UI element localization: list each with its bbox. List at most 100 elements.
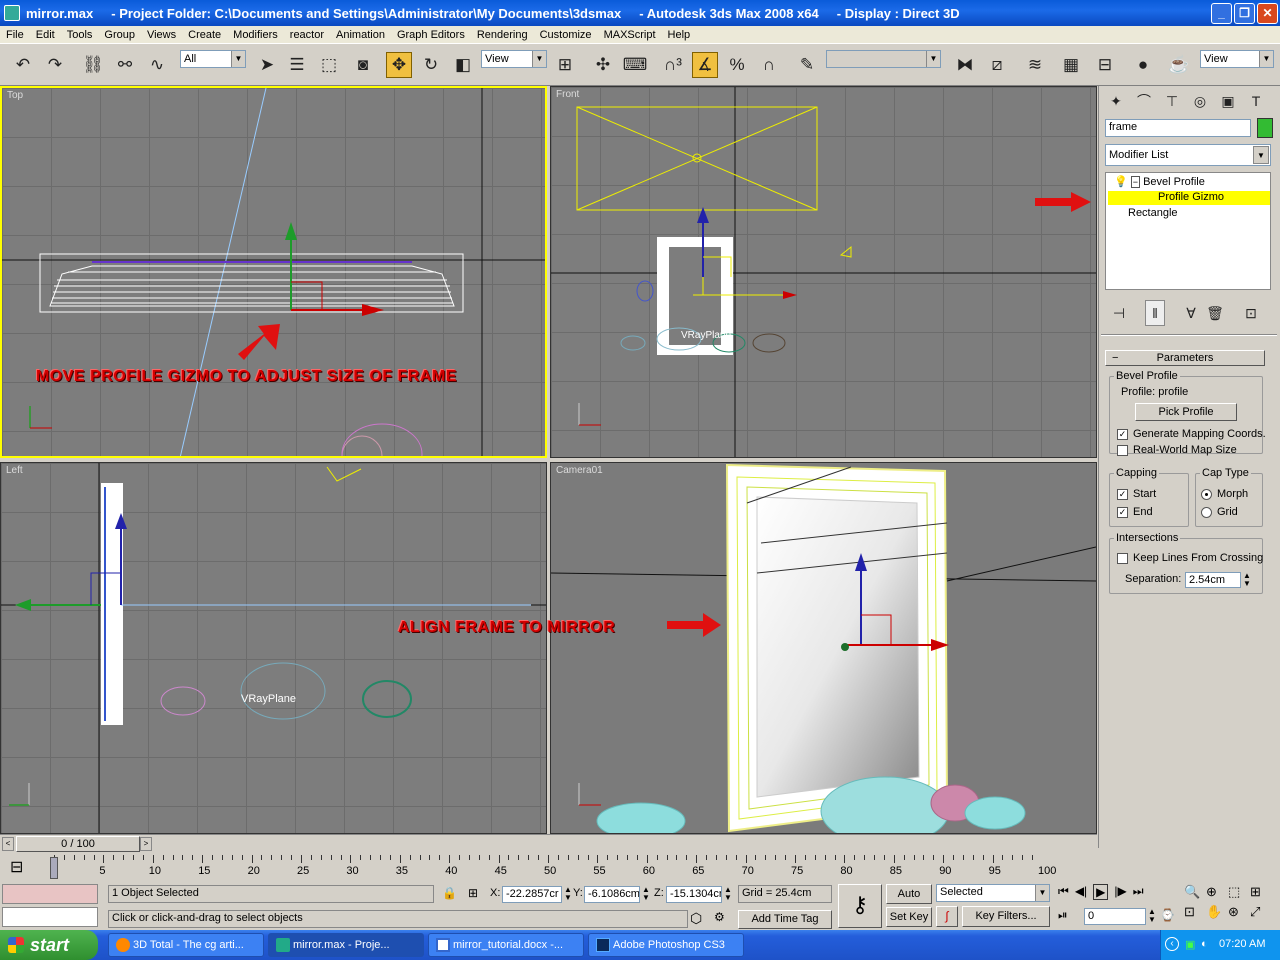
angle-snap-icon[interactable]: ∡ (692, 52, 718, 78)
manipulate-icon[interactable]: ✣ (590, 52, 616, 78)
motion-tab-icon[interactable]: ◎ (1187, 88, 1213, 114)
play-icon[interactable]: ▶ (1093, 884, 1109, 900)
menu-modifiers[interactable]: Modifiers (227, 29, 284, 41)
time-marker[interactable] (50, 857, 58, 879)
stack-item-profile-gizmo[interactable]: Profile Gizmo (1108, 191, 1270, 205)
menu-group[interactable]: Group (98, 29, 141, 41)
spinner-snap-icon[interactable]: ∩ (756, 52, 782, 78)
menu-maxscript[interactable]: MAXScript (598, 29, 662, 41)
task-3dtotal[interactable]: 3D Total - The cg arti... (108, 933, 264, 957)
select-object-icon[interactable]: ➤ (254, 52, 280, 78)
make-unique-icon[interactable]: ∀ (1181, 300, 1201, 326)
gen-mapping-checkbox[interactable]: ✓ Generate Mapping Coords. (1117, 428, 1266, 440)
modify-tab-icon[interactable]: ⌒ (1131, 88, 1157, 114)
keep-lines-checkbox[interactable]: Keep Lines From Crossing (1117, 552, 1263, 564)
menu-edit[interactable]: Edit (30, 29, 61, 41)
menu-tools[interactable]: Tools (61, 29, 99, 41)
chevron-left-icon[interactable]: < (2, 837, 14, 851)
lightbulb-icon[interactable]: 💡 (1114, 176, 1128, 188)
pivot-center-icon[interactable]: ⊞ (552, 52, 578, 78)
selection-lock-icon[interactable]: ⬡ (690, 910, 702, 927)
unlink-icon[interactable]: ⚯ (112, 52, 138, 78)
spinner-arrows-icon[interactable]: ▲ ▼ (724, 886, 732, 902)
go-to-end-icon[interactable]: ⏭ (1133, 884, 1144, 900)
z-coordinate-field[interactable]: -15.1304cr (666, 886, 722, 903)
next-frame-icon[interactable]: |▶ (1114, 884, 1126, 900)
set-key-mode-key-icon[interactable]: ⚷ (838, 884, 882, 928)
minimize-button[interactable]: _ (1211, 3, 1232, 24)
select-scale-icon[interactable]: ◧ (450, 52, 476, 78)
auto-key-button[interactable]: Auto Key (886, 884, 932, 918)
viewport-camera[interactable]: Camera01 (550, 462, 1097, 834)
menu-file[interactable]: File (0, 29, 30, 41)
y-coordinate-field[interactable]: -6.1086cm (584, 886, 640, 903)
select-by-name-icon[interactable]: ☰ (284, 52, 310, 78)
cap-start-checkbox[interactable]: ✓ Start (1117, 488, 1156, 500)
pick-profile-button[interactable]: Pick Profile (1135, 403, 1237, 421)
absolute-mode-icon[interactable]: ⊞ (468, 886, 478, 900)
region-zoom-icon[interactable]: ⊡ (1184, 904, 1206, 920)
zoom-extents-icon[interactable]: ⬚ (1228, 884, 1250, 900)
key-mode-curve-icon[interactable]: ∫ (936, 906, 958, 927)
reference-coord-dropdown[interactable]: View ▼ (481, 50, 547, 68)
key-selection-dropdown[interactable]: Selected ▼ (936, 884, 1050, 902)
task-photoshop[interactable]: Adobe Photoshop CS3 (588, 933, 744, 957)
menu-rendering[interactable]: Rendering (471, 29, 534, 41)
schematic-view-icon[interactable]: ⊟ (1092, 52, 1118, 78)
chevron-right-icon[interactable]: > (140, 837, 152, 851)
volume-icon[interactable]: ◐ (1201, 938, 1208, 950)
configure-sets-icon[interactable]: ⊡ (1241, 300, 1261, 326)
align-icon[interactable]: ⧄ (984, 52, 1010, 78)
adaptive-degradation-icon[interactable]: ⚙ (714, 910, 725, 924)
material-editor-icon[interactable]: ● (1130, 52, 1156, 78)
zoom-extents-all-icon[interactable]: ⊞ (1250, 884, 1272, 900)
menu-create[interactable]: Create (182, 29, 227, 41)
key-filters-button[interactable]: Key Filters... (962, 906, 1050, 927)
keyboard-shortcut-icon[interactable]: ⌨ (622, 52, 648, 78)
object-name-field[interactable]: frame (1105, 119, 1251, 137)
cap-end-checkbox[interactable]: ✓ End (1117, 506, 1153, 518)
stack-item-rectangle[interactable]: Rectangle (1128, 207, 1178, 219)
task-word[interactable]: mirror_tutorial.docx -... (428, 933, 584, 957)
menu-graph-editors[interactable]: Graph Editors (391, 29, 471, 41)
redo-icon[interactable]: ↷ (42, 52, 68, 78)
snaps-3d-icon[interactable]: ∩³ (660, 52, 686, 78)
menu-customize[interactable]: Customize (534, 29, 598, 41)
grid-radio[interactable]: Grid (1201, 506, 1238, 518)
percent-snap-icon[interactable]: % (724, 52, 750, 78)
viewport-top[interactable]: Top MOVE PROFILE GIZMO TO ADJUST SIZE OF… (0, 86, 547, 458)
set-key-button[interactable]: Set Key (886, 907, 932, 927)
rectangular-selection-icon[interactable]: ⬚ (316, 52, 342, 78)
spinner-arrows-icon[interactable]: ▲ ▼ (642, 886, 650, 902)
layer-manager-icon[interactable]: ≋ (1022, 52, 1048, 78)
separation-spinner-field[interactable]: 2.54cm (1185, 572, 1241, 588)
zoom-icon[interactable]: 🔍 (1184, 884, 1206, 900)
zoom-all-icon[interactable]: ⊕ (1206, 884, 1228, 900)
go-to-start-icon[interactable]: ⏮ (1058, 884, 1069, 900)
pin-stack-icon[interactable]: ⊣ (1109, 300, 1129, 326)
spinner-arrows-icon[interactable]: ▲ ▼ (1148, 908, 1156, 924)
x-coordinate-field[interactable]: -22.2857cr (502, 886, 562, 903)
key-mode-toggle-icon[interactable]: ⏯ (1058, 908, 1068, 923)
task-3dsmax[interactable]: mirror.max - Proje... (268, 933, 424, 957)
track-bar[interactable]: ⊟ 05101520253035404550556065707580859095… (0, 855, 1097, 881)
select-rotate-icon[interactable]: ↻ (418, 52, 444, 78)
maximize-button[interactable]: ❐ (1234, 3, 1255, 24)
window-crossing-icon[interactable]: ◙ (350, 52, 376, 78)
spinner-arrows-icon[interactable]: ▲ ▼ (564, 886, 572, 902)
parameters-rollout-header[interactable]: − Parameters (1105, 350, 1265, 366)
collapse-icon[interactable]: − (1130, 176, 1141, 188)
maxscript-listener-mini[interactable] (2, 884, 98, 904)
select-link-icon[interactable]: ⛓ (80, 52, 106, 78)
lock-selection-icon[interactable]: 🔒 (442, 886, 457, 900)
show-end-result-icon[interactable]: ‖ (1145, 300, 1165, 326)
select-move-icon[interactable]: ✥ (386, 52, 412, 78)
hierarchy-tab-icon[interactable]: ⊤ (1159, 88, 1185, 114)
modifier-list-dropdown[interactable]: Modifier List ▼ (1105, 144, 1271, 166)
time-slider-thumb[interactable]: 0 / 100 (16, 836, 140, 852)
stack-item-bevel-profile[interactable]: 💡 − Bevel Profile (1114, 175, 1205, 188)
real-world-checkbox[interactable]: Real-World Map Size (1117, 444, 1237, 456)
display-tab-icon[interactable]: ▣ (1215, 88, 1241, 114)
object-color-swatch[interactable] (1257, 118, 1273, 138)
time-configuration-icon[interactable]: ⌚ (1160, 908, 1175, 922)
